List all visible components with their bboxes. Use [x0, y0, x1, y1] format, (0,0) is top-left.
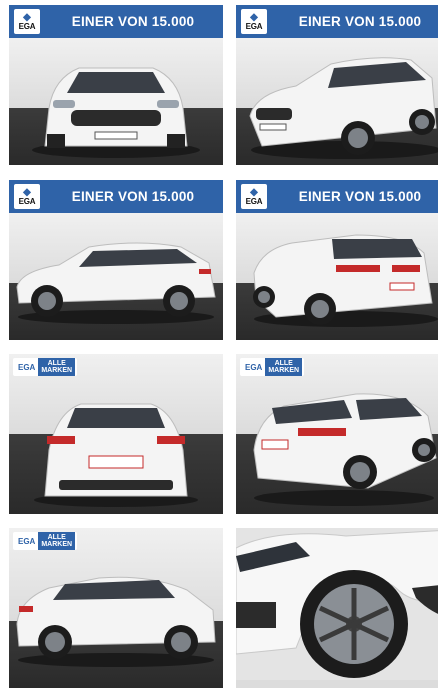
gallery-photo-side[interactable]: ◆ EGA EINER VON 15.000: [9, 180, 223, 340]
ega-logo: ◆ EGA: [14, 9, 40, 34]
alle-marken-tag: ALLE MARKEN: [265, 358, 303, 376]
ega-logo-icon: ◆: [250, 186, 258, 198]
ega-logo-icon: ◆: [23, 11, 31, 23]
ega-logo-text: EGA: [18, 196, 36, 206]
banner-headline: EINER VON 15.000: [298, 14, 422, 29]
ega-alle-marken-badge: EGA ALLE MARKEN: [13, 358, 78, 376]
ega-logo-text: EGA: [18, 362, 36, 372]
photo-gallery-grid: ◆ EGA EINER VON 15.000 ◆ EGA EINER VON 1…: [0, 0, 438, 688]
car-photo: [9, 354, 223, 514]
gallery-photo-front-three-quarter[interactable]: ◆ EGA EINER VON 15.000: [236, 5, 438, 165]
car-photo: [236, 528, 438, 688]
gallery-photo-rear[interactable]: EGA ALLE MARKEN: [9, 354, 223, 514]
ega-logo-text: EGA: [18, 21, 36, 31]
banner-headline: EINER VON 15.000: [71, 14, 195, 29]
alle-marken-tag: ALLE MARKEN: [38, 358, 76, 376]
ega-logo: ◆ EGA: [14, 184, 40, 209]
promo-banner: ◆ EGA EINER VON 15.000: [9, 180, 223, 213]
banner-headline: EINER VON 15.000: [71, 189, 195, 204]
ega-logo: ◆ EGA: [241, 9, 267, 34]
car-photo: [9, 528, 223, 688]
car-photo: [236, 38, 438, 165]
ega-logo-icon: ◆: [23, 186, 31, 198]
ega-alle-marken-badge: EGA ALLE MARKEN: [13, 532, 78, 550]
gallery-photo-side-right[interactable]: EGA ALLE MARKEN: [9, 528, 223, 688]
gallery-photo-front[interactable]: ◆ EGA EINER VON 15.000: [9, 5, 223, 165]
banner-headline: EINER VON 15.000: [298, 189, 422, 204]
gallery-photo-rear-three-quarter-right[interactable]: EGA ALLE MARKEN: [236, 354, 438, 514]
promo-banner: ◆ EGA EINER VON 15.000: [236, 5, 438, 38]
ega-logo-text: EGA: [245, 21, 263, 31]
ega-logo-text: EGA: [245, 362, 263, 372]
car-photo: [236, 213, 438, 340]
ega-logo-text: EGA: [18, 536, 36, 546]
car-photo: [236, 354, 438, 514]
gallery-photo-rear-three-quarter[interactable]: ◆ EGA EINER VON 15.000: [236, 180, 438, 340]
car-photo: [9, 38, 223, 165]
gallery-photo-wheel-closeup[interactable]: [236, 528, 438, 688]
ega-logo-text: EGA: [245, 196, 263, 206]
ega-logo: ◆ EGA: [241, 184, 267, 209]
promo-banner: ◆ EGA EINER VON 15.000: [236, 180, 438, 213]
car-photo: [9, 213, 223, 340]
ega-alle-marken-badge: EGA ALLE MARKEN: [240, 358, 305, 376]
alle-marken-tag: ALLE MARKEN: [38, 532, 76, 550]
ega-logo-icon: ◆: [250, 11, 258, 23]
promo-banner: ◆ EGA EINER VON 15.000: [9, 5, 223, 38]
